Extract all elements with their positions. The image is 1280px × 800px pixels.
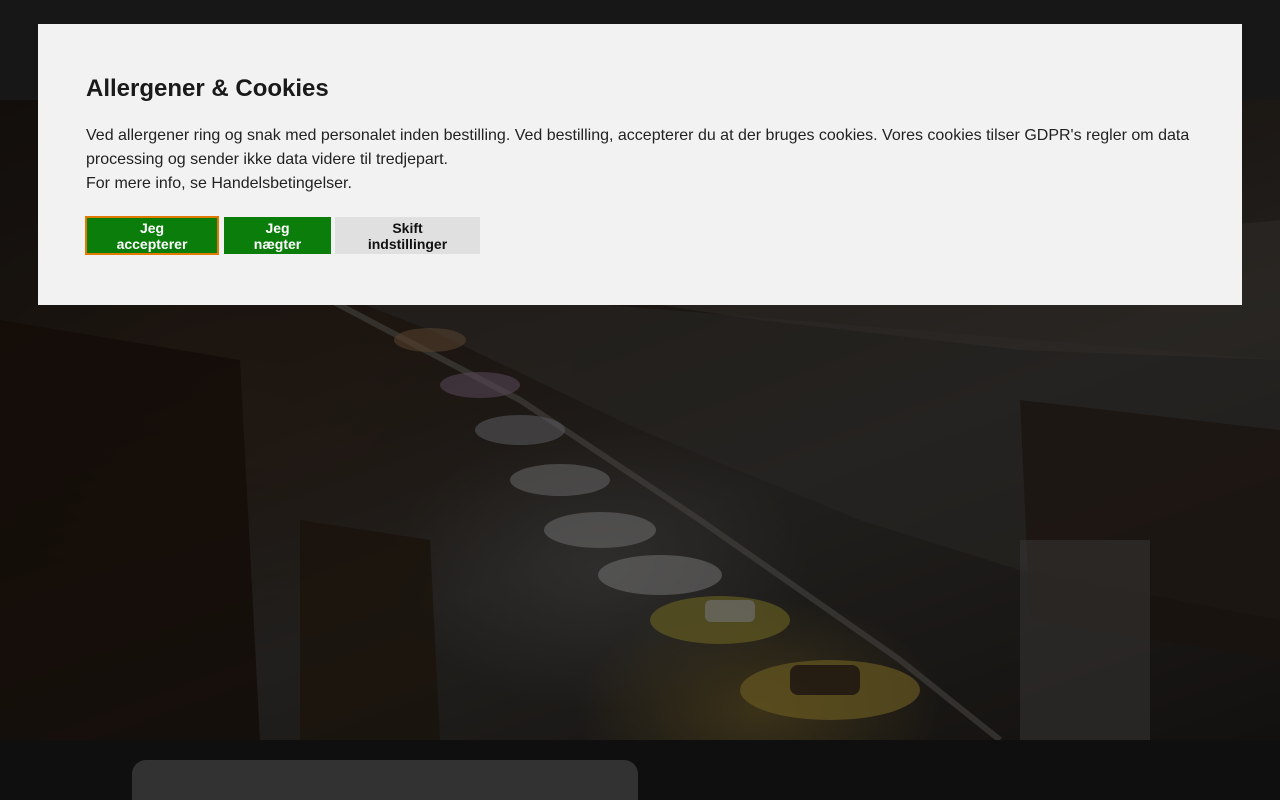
deny-button[interactable]: Jeg nægter: [224, 217, 331, 254]
accept-button[interactable]: Jeg accepterer: [85, 216, 219, 255]
dialog-info-text: For mere info, se Handelsbetingelser.: [86, 175, 352, 192]
dialog-body-text: Ved allergener ring og snak med personal…: [86, 127, 1190, 168]
dialog-title: Allergener & Cookies: [86, 75, 329, 102]
dialog-button-row: Jeg accepterer Jeg nægter Skift indstill…: [85, 216, 1194, 255]
change-settings-button[interactable]: Skift indstillinger: [335, 217, 480, 254]
page: Allergener & Cookies Ved allergener ring…: [0, 0, 1280, 800]
cookie-consent-dialog: Allergener & Cookies Ved allergener ring…: [38, 24, 1242, 305]
